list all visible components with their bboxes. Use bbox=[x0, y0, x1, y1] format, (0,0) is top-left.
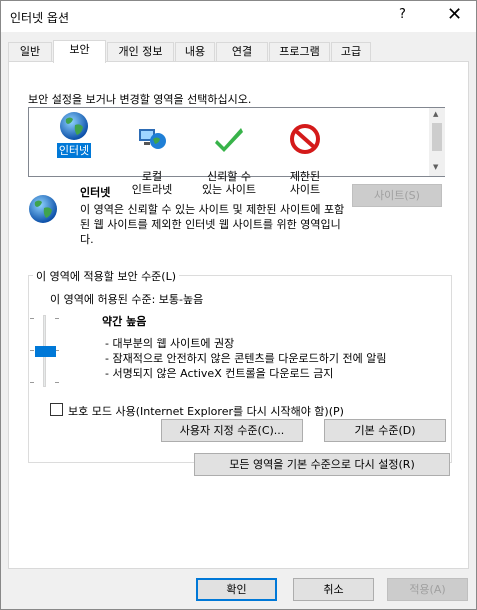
protected-mode-checkbox[interactable] bbox=[50, 403, 63, 416]
tab-advanced[interactable]: 고급 bbox=[331, 42, 371, 62]
tab-general[interactable]: 일반 bbox=[8, 42, 52, 62]
checkmark-icon bbox=[215, 128, 243, 152]
zone-restricted-sites[interactable]: 제한된 사이트 bbox=[266, 110, 344, 196]
slider-tick bbox=[30, 382, 34, 383]
default-level-button[interactable]: 기본 수준(D) bbox=[324, 419, 446, 442]
reset-all-zones-button[interactable]: 모든 영역을 기본 수준으로 다시 설정(R) bbox=[194, 453, 450, 476]
security-level-name: 약간 높음 bbox=[102, 315, 147, 328]
allowed-level-text: 이 영역에 허용된 수준: 보통-높음 bbox=[50, 293, 204, 306]
selected-zone-description: 이 영역은 신뢰할 수 있는 사이트 및 제한된 사이트에 포함된 웹 사이트를… bbox=[80, 203, 345, 246]
zone-list-scrollbar[interactable]: ▲ ▼ bbox=[429, 108, 445, 176]
zone-label: 로컬 인트라넷 bbox=[131, 170, 173, 196]
security-level-group-label: 이 영역에 적용할 보안 수준(L) bbox=[33, 268, 180, 284]
tab-privacy[interactable]: 개인 정보 bbox=[107, 42, 174, 62]
restricted-icon bbox=[290, 124, 320, 154]
level-bullet: - 대부분의 웹 사이트에 권장 bbox=[105, 337, 235, 350]
security-level-slider-thumb[interactable] bbox=[35, 346, 56, 357]
security-tab-panel: 보안 설정을 보거나 변경할 영역을 선택하십시오. 인터넷 로컬 인트라넷 신… bbox=[8, 61, 469, 569]
slider-tick bbox=[55, 382, 59, 383]
zone-internet[interactable]: 인터넷 bbox=[35, 110, 113, 174]
tab-content[interactable]: 내용 bbox=[175, 42, 215, 62]
window-title: 인터넷 옵션 bbox=[10, 11, 70, 25]
close-button[interactable]: ✕ bbox=[447, 4, 462, 25]
zone-label: 인터넷 bbox=[56, 143, 92, 158]
zone-trusted-sites[interactable]: 신뢰할 수 있는 사이트 bbox=[190, 110, 268, 196]
tab-programs[interactable]: 프로그램 bbox=[269, 42, 330, 62]
zone-select-instruction: 보안 설정을 보거나 변경할 영역을 선택하십시오. bbox=[28, 93, 252, 106]
scroll-up-icon[interactable]: ▲ bbox=[433, 110, 438, 118]
selected-zone-globe-icon bbox=[29, 195, 57, 223]
zone-local-intranet[interactable]: 로컬 인트라넷 bbox=[113, 110, 191, 196]
zone-label: 신뢰할 수 있는 사이트 bbox=[201, 170, 257, 196]
tab-connections[interactable]: 연결 bbox=[216, 42, 268, 62]
selected-zone-title: 인터넷 bbox=[80, 186, 111, 199]
slider-tick bbox=[55, 318, 59, 319]
apply-button[interactable]: 적용(A) bbox=[387, 578, 468, 601]
tab-security[interactable]: 보안 bbox=[53, 40, 106, 63]
custom-level-button[interactable]: 사용자 지정 수준(C)... bbox=[161, 419, 303, 442]
slider-tick bbox=[30, 318, 34, 319]
scroll-down-icon[interactable]: ▼ bbox=[433, 163, 438, 171]
ok-button[interactable]: 확인 bbox=[196, 578, 277, 601]
protected-mode-label[interactable]: 보호 모드 사용(Internet Explorer를 다시 시작해야 함)(P… bbox=[68, 403, 344, 419]
globe-icon bbox=[60, 112, 88, 140]
zone-label: 제한된 사이트 bbox=[289, 170, 321, 196]
sites-button[interactable]: 사이트(S) bbox=[352, 184, 442, 207]
zone-list: 인터넷 로컬 인트라넷 신뢰할 수 있는 사이트 제한된 사이트 ▲ ▼ bbox=[28, 107, 445, 196]
title-bar: 인터넷 옵션 ? ✕ bbox=[1, 1, 476, 32]
level-bullet: - 서명되지 않은 ActiveX 컨트롤을 다운로드 금지 bbox=[105, 367, 334, 380]
cancel-button[interactable]: 취소 bbox=[293, 578, 374, 601]
help-button[interactable]: ? bbox=[399, 7, 406, 22]
intranet-icon bbox=[139, 129, 166, 149]
slider-tick bbox=[30, 350, 34, 351]
scroll-thumb[interactable] bbox=[432, 123, 442, 151]
level-bullet: - 잠재적으로 안전하지 않은 콘텐츠를 다운로드하기 전에 알림 bbox=[105, 352, 387, 365]
internet-options-dialog: 인터넷 옵션 ? ✕ 일반 보안 개인 정보 내용 연결 프로그램 고급 보안 … bbox=[0, 0, 477, 610]
